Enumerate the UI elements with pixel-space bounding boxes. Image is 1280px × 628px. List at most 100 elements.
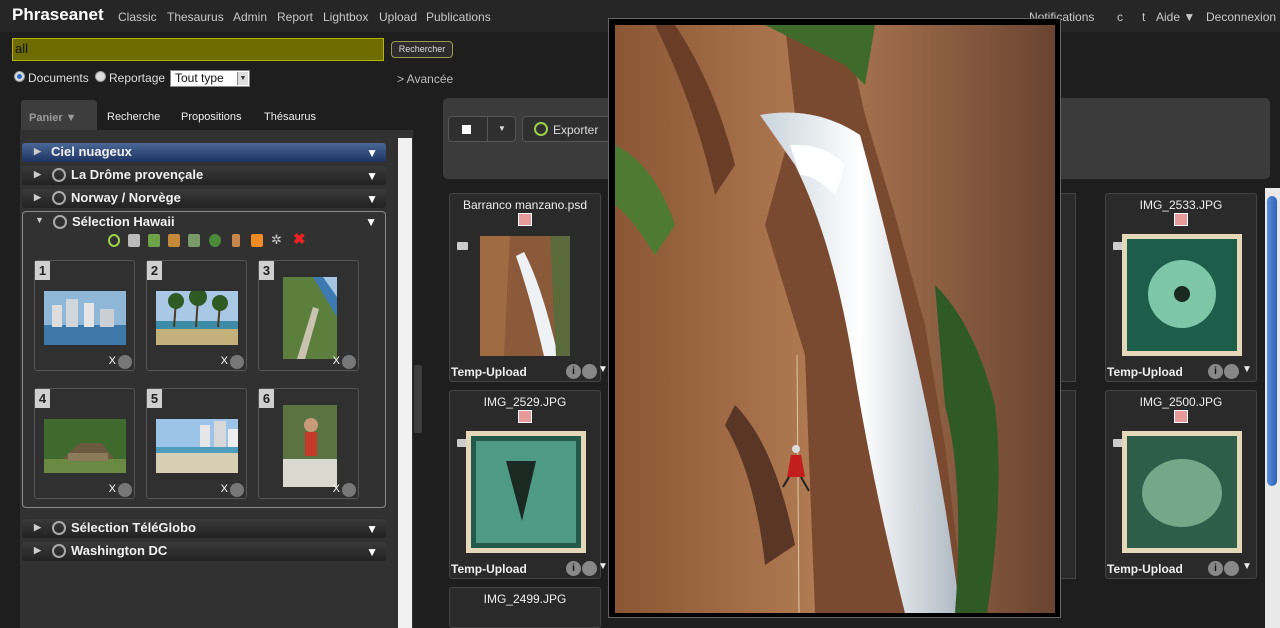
results-scrollbar[interactable] (1265, 188, 1280, 628)
search-icon[interactable] (582, 561, 597, 576)
card-menu-icon[interactable]: ▼ (598, 561, 608, 572)
info-icon[interactable]: i (566, 364, 581, 379)
result-card[interactable]: Barranco manzano.psd Temp-Upload i ▼ (449, 193, 608, 382)
result-title: IMG_2533.JPG (1139, 198, 1223, 212)
item-menu-icon[interactable] (342, 483, 356, 497)
delete-icon[interactable]: ✖ (293, 232, 306, 247)
chevron-down-icon[interactable]: ▼ (498, 124, 506, 133)
card-menu-icon[interactable]: ▼ (598, 364, 608, 375)
search-icon[interactable] (1224, 561, 1239, 576)
item-menu-icon[interactable] (118, 355, 132, 369)
basket-menu-icon[interactable]: ▼ (366, 522, 378, 536)
print-icon[interactable] (128, 234, 140, 247)
nav-upload[interactable]: Upload (379, 10, 417, 24)
feedback-icon[interactable] (188, 234, 200, 247)
expand-arrow-icon[interactable]: ▶ (34, 192, 41, 203)
search-icon[interactable] (582, 364, 597, 379)
remove-item-button[interactable]: X (109, 483, 116, 495)
result-card[interactable]: IMG_2500.JPG Temp-Upload i ▼ (1105, 390, 1257, 579)
select-all-toggle[interactable]: ▼ (448, 116, 516, 142)
result-thumbnail[interactable] (480, 236, 570, 356)
basket-menu-icon[interactable]: ▼ (366, 192, 378, 206)
basket-row[interactable]: ▼ Sélection Hawaii ▼ (23, 212, 385, 232)
card-menu-icon[interactable]: ▼ (1242, 561, 1252, 572)
scrollbar-thumb[interactable] (1267, 196, 1277, 486)
nav-c[interactable]: c (1117, 10, 1123, 24)
result-thumbnail[interactable] (466, 431, 586, 553)
basket-item[interactable]: 5 X (146, 388, 247, 499)
tab-recherche[interactable]: Recherche (107, 111, 160, 123)
basket-scrollbar[interactable] (398, 138, 412, 628)
nav-report[interactable]: Report (277, 10, 313, 24)
brand-logo[interactable]: Phraseanet (12, 5, 104, 25)
basket-item[interactable]: 3 X (258, 260, 359, 371)
basket-item[interactable]: 4 X (34, 388, 135, 499)
nav-admin[interactable]: Admin (233, 10, 267, 24)
tab-propositions[interactable]: Propositions (181, 111, 242, 123)
basket-row[interactable]: ▶ Norway / Norvège ▼ (22, 189, 386, 208)
basket-row[interactable]: ▶ Washington DC ▼ (22, 542, 386, 561)
card-menu-icon[interactable]: ▼ (1242, 364, 1252, 375)
basket-row[interactable]: ▶ Sélection TéléGlobo ▼ (22, 519, 386, 538)
nav-publications[interactable]: Publications (426, 10, 491, 24)
item-menu-icon[interactable] (230, 483, 244, 497)
search-icon[interactable] (1224, 364, 1239, 379)
image-preview-popup (608, 18, 1061, 618)
expand-arrow-icon[interactable]: ▶ (34, 522, 41, 533)
export-icon[interactable] (108, 234, 120, 247)
gear-icon[interactable]: ✲ (271, 233, 283, 247)
nav-logout[interactable]: Deconnexion (1206, 10, 1276, 24)
item-menu-icon[interactable] (230, 355, 244, 369)
push-icon[interactable] (168, 234, 180, 247)
expand-arrow-icon[interactable]: ▶ (34, 146, 41, 157)
basket-item[interactable]: 6 X (258, 388, 359, 499)
globe-icon[interactable] (209, 234, 221, 247)
radio-reportage[interactable] (95, 71, 106, 82)
panel-splitter-handle[interactable] (414, 365, 422, 433)
nav-classic[interactable]: Classic (118, 10, 157, 24)
archive-icon[interactable] (232, 234, 240, 247)
result-thumbnail[interactable] (1122, 234, 1242, 356)
expand-arrow-icon[interactable]: ▶ (34, 545, 41, 556)
basket-menu-icon[interactable]: ▼ (366, 545, 378, 559)
basket-row[interactable]: ▶ Ciel nuageux ▼ (22, 143, 386, 162)
collapse-arrow-icon[interactable]: ▼ (35, 215, 44, 225)
item-menu-icon[interactable] (342, 355, 356, 369)
basket-menu-icon[interactable]: ▼ (366, 169, 378, 183)
radio-documents[interactable] (14, 71, 25, 82)
export-button[interactable]: Exporter (522, 116, 612, 142)
result-card[interactable]: IMG_2499.JPG (449, 587, 601, 628)
type-select[interactable]: Tout type ▼ (170, 70, 250, 87)
download-icon[interactable] (148, 234, 160, 247)
rss-icon[interactable] (251, 234, 263, 247)
checkbox-icon[interactable] (462, 125, 471, 134)
item-menu-icon[interactable] (118, 483, 132, 497)
basket-menu-icon[interactable]: ▼ (366, 146, 378, 160)
info-icon[interactable]: i (1208, 561, 1223, 576)
basket-item[interactable]: 2 X (146, 260, 247, 371)
result-title: IMG_2500.JPG (1139, 395, 1223, 409)
basket-menu-icon[interactable]: ▼ (365, 215, 377, 229)
remove-item-button[interactable]: X (109, 355, 116, 367)
remove-item-button[interactable]: X (221, 355, 228, 367)
info-icon[interactable]: i (1208, 364, 1223, 379)
remove-item-button[interactable]: X (333, 483, 340, 495)
basket-item[interactable]: 1 X (34, 260, 135, 371)
result-thumbnail[interactable] (1122, 431, 1242, 553)
tab-panier[interactable]: Panier ▼ (21, 100, 97, 130)
basket-row[interactable]: ▶ La Drôme provençale ▼ (22, 166, 386, 185)
nav-help[interactable]: Aide ▼ (1156, 10, 1195, 24)
tab-thesaurus[interactable]: Thésaurus (264, 111, 316, 123)
nav-thesaurus[interactable]: Thesaurus (167, 10, 224, 24)
nav-lightbox[interactable]: Lightbox (323, 10, 368, 24)
remove-item-button[interactable]: X (221, 483, 228, 495)
expand-arrow-icon[interactable]: ▶ (34, 169, 41, 180)
nav-t[interactable]: t (1142, 10, 1145, 24)
remove-item-button[interactable]: X (333, 355, 340, 367)
advanced-search-link[interactable]: > Avancée (397, 72, 453, 86)
search-button[interactable]: Rechercher (391, 41, 453, 58)
search-input[interactable]: all (12, 38, 384, 61)
result-card[interactable]: IMG_2529.JPG Temp-Upload i ▼ (449, 390, 608, 579)
info-icon[interactable]: i (566, 561, 581, 576)
result-card[interactable]: IMG_2533.JPG Temp-Upload i ▼ (1105, 193, 1257, 382)
